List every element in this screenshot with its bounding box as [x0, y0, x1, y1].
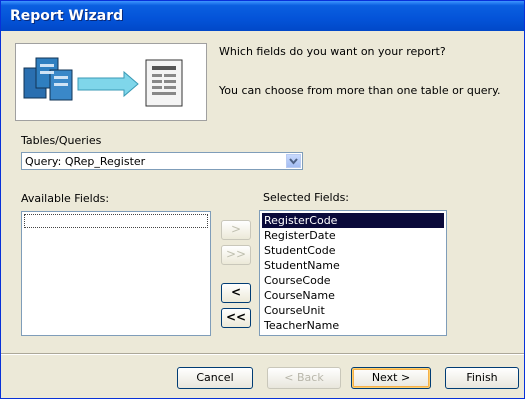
finish-button[interactable]: Finish [445, 367, 519, 389]
available-fields-label: Available Fields: [21, 192, 110, 205]
list-item[interactable]: RegisterDate [262, 228, 444, 243]
available-fields-list[interactable] [21, 211, 211, 336]
tables-queries-combo[interactable]: Query: QRep_Register [21, 152, 303, 170]
remove-all-fields-button[interactable]: << [221, 308, 251, 328]
list-item[interactable]: CourseCode [262, 273, 444, 288]
add-field-button[interactable]: > [221, 220, 251, 240]
divider [1, 353, 524, 355]
report-wizard-window: Report Wizard Which fields do you want o… [0, 0, 525, 399]
add-all-fields-button[interactable]: >> [221, 245, 251, 265]
list-item-focus [24, 214, 208, 228]
list-item[interactable]: CourseUnit [262, 303, 444, 318]
prompt-hint: You can choose from more than one table … [219, 84, 501, 97]
chevron-down-icon [289, 158, 298, 165]
list-item[interactable]: StudentName [262, 258, 444, 273]
title-bar[interactable]: Report Wizard [1, 1, 524, 31]
window-title: Report Wizard [10, 8, 124, 24]
wizard-illustration [15, 43, 207, 121]
selected-fields-list[interactable]: RegisterCode RegisterDate StudentCode St… [259, 210, 447, 336]
tables-queries-label: Tables/Queries [21, 134, 102, 147]
remove-field-button[interactable]: < [221, 283, 251, 303]
list-item[interactable]: TeacherName [262, 318, 444, 333]
prompt-question: Which fields do you want on your report? [219, 45, 446, 58]
selected-fields-label: Selected Fields: [263, 191, 350, 204]
list-item[interactable]: StudentCode [262, 243, 444, 258]
list-item[interactable]: CourseName [262, 288, 444, 303]
next-button[interactable]: Next > [351, 367, 431, 389]
dropdown-arrow-button[interactable] [286, 154, 301, 168]
list-item[interactable]: RegisterCode [262, 213, 444, 228]
back-button[interactable]: < Back [267, 367, 341, 389]
cancel-button[interactable]: Cancel [177, 367, 253, 389]
tables-queries-value: Query: QRep_Register [25, 155, 146, 168]
